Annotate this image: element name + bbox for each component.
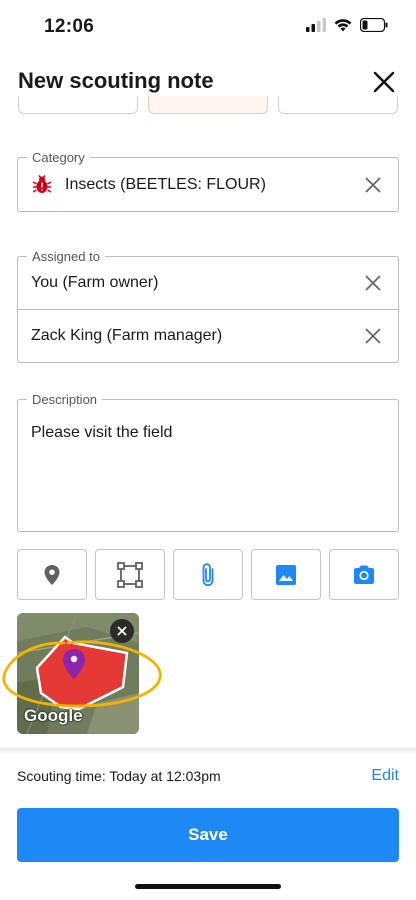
close-button[interactable] [368, 66, 400, 98]
close-icon [373, 71, 395, 93]
attach-file-button[interactable] [173, 549, 243, 600]
home-indicator [135, 884, 281, 889]
assignee-label: Zack King (Farm manager) [31, 327, 223, 344]
draw-area-button[interactable] [95, 549, 165, 600]
camera-icon [354, 565, 374, 584]
draw-area-icon [117, 561, 143, 588]
clear-category-button[interactable] [362, 174, 384, 196]
description-input[interactable]: Please visit the field [31, 424, 172, 442]
wifi-icon [334, 19, 352, 32]
assignee-row[interactable]: You (Farm owner) [18, 257, 398, 309]
footer-divider [0, 748, 416, 754]
location-pin-icon [44, 564, 60, 585]
description-field[interactable]: Description Please visit the field [17, 392, 399, 532]
description-legend: Description [27, 392, 103, 407]
assignee-row[interactable]: Zack King (Farm manager) [18, 309, 398, 362]
battery-icon [360, 18, 388, 32]
bug-icon [31, 174, 53, 196]
attachment-toolbar [17, 549, 399, 600]
highlight-circle-annotation [2, 640, 162, 708]
close-icon [365, 275, 381, 291]
close-icon [365, 176, 381, 193]
status-time: 12:06 [44, 16, 95, 37]
scrolled-option-chip[interactable] [278, 96, 398, 114]
image-icon [276, 564, 296, 585]
category-row[interactable]: Insects (BEETLES: FLOUR) [18, 158, 398, 211]
category-field: Category Insects (BEETLES: FLOUR) [17, 150, 399, 212]
paperclip-icon [202, 562, 214, 586]
scrolled-option-chip-selected[interactable] [148, 96, 268, 114]
status-bar: 12:06 [0, 0, 416, 56]
assigned-field: Assigned to You (Farm owner) Zack King (… [17, 249, 399, 363]
status-icons [306, 18, 388, 32]
remove-assignee-button[interactable] [362, 272, 384, 294]
assignee-label: You (Farm owner) [31, 274, 159, 291]
close-icon [365, 328, 381, 344]
scrolled-option-chip[interactable] [18, 96, 138, 114]
scouting-time-text: Scouting time: Today at 12:03pm [17, 768, 221, 784]
cellular-signal-icon [306, 18, 326, 32]
add-location-button[interactable] [17, 549, 87, 600]
add-image-button[interactable] [251, 549, 321, 600]
edit-scouting-time-link[interactable]: Edit [371, 767, 399, 785]
save-button[interactable]: Save [17, 808, 399, 862]
page-title: New scouting note [18, 68, 214, 93]
take-photo-button[interactable] [329, 549, 399, 600]
remove-assignee-button[interactable] [362, 325, 384, 347]
category-value: Insects (BEETLES: FLOUR) [65, 175, 266, 193]
